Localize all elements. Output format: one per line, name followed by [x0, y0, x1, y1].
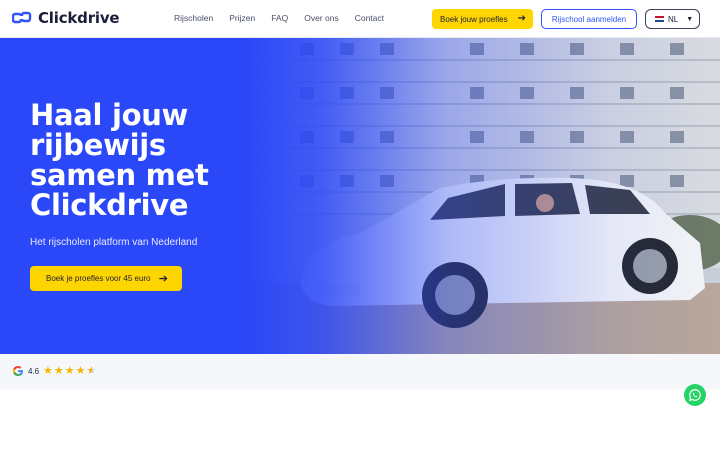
rating-value: 4.6	[28, 367, 40, 376]
hero-cta-label: Boek je proefles voor 45 euro	[46, 274, 151, 283]
hero-subtitle: Het rijscholen platform van Nederland	[30, 237, 198, 248]
nav-link-over-ons[interactable]: Over ons	[304, 13, 339, 23]
book-trial-lesson-label: Boek jouw proefles	[440, 14, 508, 24]
star-icon: ★	[43, 365, 53, 377]
register-driving-school-label: Rijschool aanmelden	[551, 14, 627, 24]
google-icon	[12, 366, 23, 376]
nav-link-rijscholen[interactable]: Rijscholen	[174, 13, 213, 23]
whatsapp-icon	[688, 389, 701, 402]
logo-text: Clickdrive	[38, 9, 120, 27]
star-icon: ★	[64, 365, 75, 377]
top-navbar: Clickdrive Rijscholen Prijzen FAQ Over o…	[0, 0, 720, 38]
chevron-down-icon: ▼	[686, 15, 694, 23]
logo[interactable]: Clickdrive	[12, 9, 120, 27]
page: Clickdrive Rijscholen Prijzen FAQ Over o…	[0, 0, 720, 450]
book-trial-lesson-cta[interactable]: Boek je proefles voor 45 euro ➔	[30, 266, 182, 291]
arrow-right-icon: ➔	[158, 273, 168, 285]
main-nav: Rijscholen Prijzen FAQ Over ons Contact	[174, 13, 384, 23]
nav-link-faq[interactable]: FAQ	[271, 13, 288, 23]
rating-bar: 4.6 ★ ★ ★ ★ ★	[0, 354, 720, 389]
dutch-flag-icon	[655, 15, 664, 23]
star-rating: ★ ★ ★ ★ ★	[43, 365, 96, 377]
star-icon: ★	[75, 365, 86, 377]
logo-icon	[12, 11, 32, 24]
nav-link-prijzen[interactable]: Prijzen	[229, 13, 255, 23]
language-selector[interactable]: NL ▼	[645, 9, 700, 29]
hero-title: Haal jouw rijbewijs samen met Clickdrive	[30, 98, 209, 222]
arrow-right-icon: ➔	[517, 13, 526, 24]
register-driving-school-button[interactable]: Rijschool aanmelden	[541, 9, 637, 29]
whatsapp-chat-button[interactable]	[684, 384, 706, 406]
nav-link-contact[interactable]: Contact	[355, 13, 384, 23]
language-label: NL	[668, 14, 679, 24]
hero-section: Haal jouw rijbewijs samen met Clickdrive…	[0, 38, 720, 354]
star-icon: ★	[53, 365, 64, 377]
book-trial-lesson-button[interactable]: Boek jouw proefles ➔	[432, 9, 533, 29]
half-star-icon: ★	[86, 365, 97, 377]
